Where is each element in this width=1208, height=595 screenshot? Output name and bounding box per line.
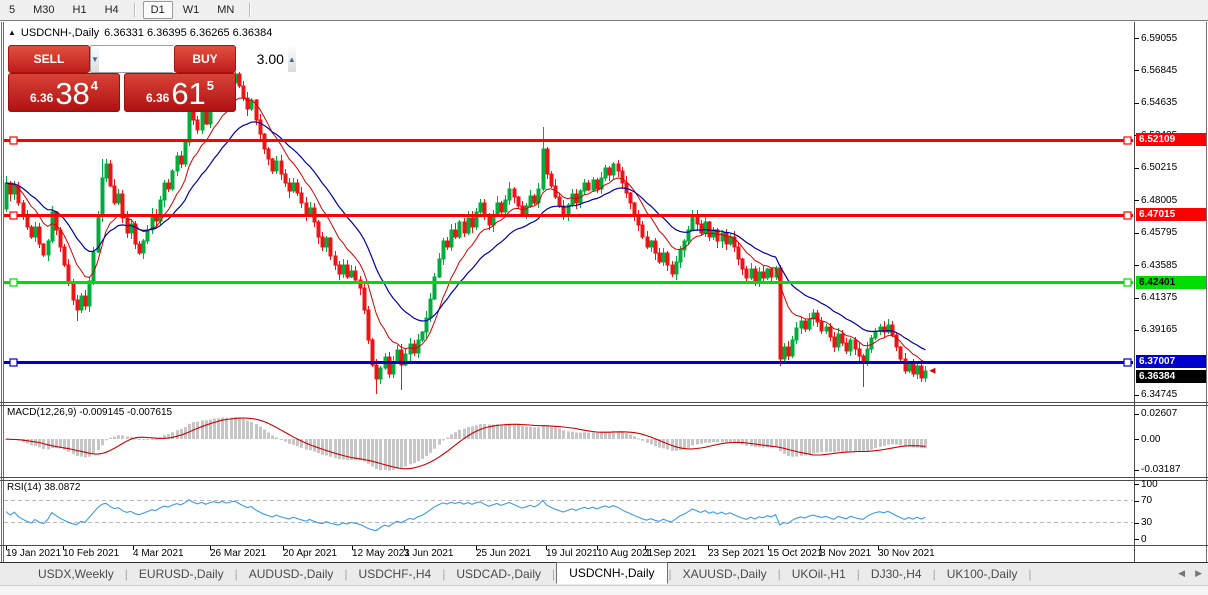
buy-button[interactable]: BUY (174, 45, 236, 73)
mt4-window: 5M30H1H4D1W1MN ▲ USDCNH-,Daily 6.36331 6… (0, 0, 1208, 594)
buy-quote-box[interactable]: 6.36 61 5 (124, 73, 236, 112)
tab-separator: | (442, 567, 445, 581)
sell-button[interactable]: SELL (8, 45, 90, 73)
tab-scroll-left-icon[interactable]: ◀ (1178, 568, 1185, 578)
sell-price-big: 38 (55, 80, 89, 108)
date-axis-label: 26 Mar 2021 (210, 548, 266, 559)
chart-symbol-title: USDCNH-,Daily (21, 27, 99, 39)
hline-price-badge[interactable]: 6.47015 (1136, 208, 1206, 221)
tab-separator: | (669, 567, 672, 581)
date-axis-label: 10 Feb 2021 (63, 548, 119, 559)
tab-separator: | (933, 567, 936, 581)
rsi-tick-label: 70 (1141, 495, 1152, 506)
buy-price-prefix: 6.36 (146, 91, 169, 105)
sell-quote-box[interactable]: 6.36 38 4 (8, 73, 120, 112)
macd-tick-label: 0.02607 (1141, 408, 1177, 419)
tab-separator: | (857, 567, 860, 581)
chart-tab-eurusd[interactable]: EURUSD-,Daily (129, 565, 234, 583)
macd-tick-label: 0.00 (1141, 434, 1160, 445)
macd-tick-label: -0.03187 (1141, 464, 1180, 475)
volume-stepper: ▼ ▲ (90, 45, 174, 73)
buy-price-big: 61 (171, 80, 205, 108)
hline-price-badge[interactable]: 6.42401 (1136, 276, 1206, 289)
buy-price-pip: 5 (207, 78, 214, 93)
price-tick-label: 6.41375 (1141, 292, 1177, 303)
chart-tab-xauusd[interactable]: XAUUSD-,Daily (673, 565, 777, 583)
date-axis-label: 25 Jun 2021 (476, 548, 531, 559)
chart-tab-uk100[interactable]: UK100-,Daily (937, 565, 1028, 583)
chart-tab-bar: USDX,Weekly|EURUSD-,Daily|AUDUSD-,Daily|… (0, 563, 1208, 585)
tab-separator: | (1028, 567, 1031, 581)
rsi-tick-label: 0 (1141, 534, 1147, 545)
one-click-trading-panel: SELL ▼ ▲ BUY 6.36 38 4 6.36 61 5 (8, 45, 234, 107)
price-tick-label: 6.56845 (1141, 65, 1177, 76)
date-axis-label: 19 Jul 2021 (546, 548, 598, 559)
date-axis-label: 12 May 2021 (352, 548, 410, 559)
tab-separator: | (235, 567, 238, 581)
date-axis-label: 30 Nov 2021 (878, 548, 935, 559)
price-tick-label: 6.54635 (1141, 97, 1177, 108)
sell-price-pip: 4 (91, 78, 98, 93)
tab-separator: | (125, 567, 128, 581)
tab-separator: | (778, 567, 781, 581)
price-tick-label: 6.45795 (1141, 227, 1177, 238)
chart-ohlc-values: 6.36331 6.36395 6.36265 6.36384 (104, 27, 272, 39)
tab-separator: | (344, 567, 347, 581)
chart-tab-usdcad[interactable]: USDCAD-,Daily (446, 565, 551, 583)
date-axis-label: 23 Sep 2021 (708, 548, 765, 559)
price-tick-label: 6.34745 (1141, 389, 1177, 400)
date-axis-label: 4 Mar 2021 (133, 548, 184, 559)
date-axis-label: 8 Nov 2021 (820, 548, 871, 559)
chart-title-row: ▲ USDCNH-,Daily 6.36331 6.36395 6.36265 … (8, 27, 272, 39)
chart-tab-usdcnh[interactable]: USDCNH-,Daily (556, 562, 667, 584)
date-axis-label: 19 Jan 2021 (6, 548, 61, 559)
chart-tab-dj30[interactable]: DJ30-,H4 (861, 565, 932, 583)
hline-price-badge[interactable]: 6.52109 (1136, 133, 1206, 146)
volume-decrease-icon[interactable]: ▼ (91, 46, 99, 72)
rsi-tick-label: 30 (1141, 517, 1152, 528)
hline-price-badge[interactable]: 6.37007 (1136, 355, 1206, 368)
tab-separator: | (552, 567, 555, 581)
date-axis-label: 15 Oct 2021 (768, 548, 822, 559)
rsi-tick-label: 100 (1141, 479, 1158, 490)
macd-indicator-label: MACD(12,26,9) -0.009145 -0.007615 (7, 407, 172, 418)
volume-increase-icon[interactable]: ▲ (288, 46, 296, 72)
chart-tab-ukoil[interactable]: UKOil-,H1 (782, 565, 856, 583)
date-axis-label: 20 Apr 2021 (283, 548, 337, 559)
tab-scroll-right-icon[interactable]: ▶ (1195, 568, 1202, 578)
price-tick-label: 6.39165 (1141, 324, 1177, 335)
price-tick-label: 6.48005 (1141, 195, 1177, 206)
price-tick-label: 6.59055 (1141, 33, 1177, 44)
collapse-panel-icon[interactable]: ▲ (8, 29, 16, 37)
date-axis-label: 3 Jun 2021 (404, 548, 454, 559)
chart-tab-audusd[interactable]: AUDUSD-,Daily (239, 565, 344, 583)
date-axis-label: 1 Sep 2021 (645, 548, 696, 559)
rsi-indicator-label: RSI(14) 38.0872 (7, 482, 80, 493)
sell-price-prefix: 6.36 (30, 91, 53, 105)
chart-tab-usdx[interactable]: USDX,Weekly (28, 565, 124, 583)
chart-tab-usdchf[interactable]: USDCHF-,H4 (349, 565, 442, 583)
tab-scroll-buttons: ◀ ▶ (1178, 568, 1202, 578)
price-tick-label: 6.50215 (1141, 162, 1177, 173)
current-price-badge: 6.36384 (1136, 370, 1206, 383)
chart-window: ▲ USDCNH-,Daily 6.36331 6.36395 6.36265 … (0, 20, 1208, 563)
price-tick-label: 6.43585 (1141, 260, 1177, 271)
